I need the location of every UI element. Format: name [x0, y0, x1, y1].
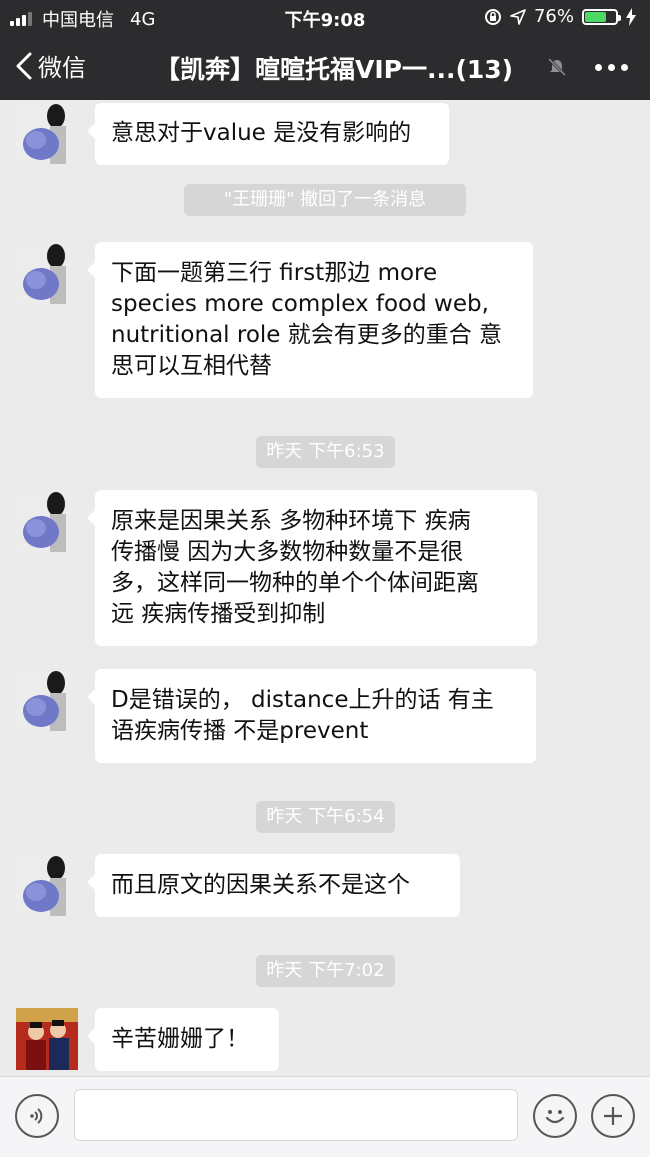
avatar-flowers-image	[16, 102, 78, 164]
message-bubble[interactable]: 辛苦姗姗了！	[87, 1008, 279, 1071]
plus-icon	[604, 1107, 622, 1125]
avatar[interactable]	[16, 102, 78, 164]
smiley-icon	[545, 1110, 565, 1124]
avatar[interactable]	[16, 242, 78, 304]
message-line: nutritional role 就会有更多的重合 意	[111, 322, 503, 348]
battery-icon	[582, 8, 621, 25]
more-options-button[interactable]	[595, 64, 628, 71]
rotation-lock-icon	[484, 8, 501, 25]
chat-title[interactable]: 【凯奔】暄暄托福VIP一...(13)	[155, 50, 513, 86]
avatar-flowers-image	[16, 854, 78, 916]
charging-bolt-icon	[626, 7, 636, 26]
mute-bell-icon	[547, 57, 567, 77]
back-label: 微信	[38, 54, 86, 82]
avatar[interactable]	[16, 490, 78, 552]
dot-icon	[595, 64, 602, 71]
message-bubble[interactable]: D是错误的， distance上升的话 有主 语疾病传播 不是prevent	[87, 669, 536, 763]
message-bubble[interactable]: 下面一题第三行 first那边 more species more comple…	[87, 242, 533, 398]
message-line: D是错误的， distance上升的话 有主	[111, 687, 494, 713]
battery-percent: 76%	[533, 6, 574, 27]
avatar-flowers-image	[16, 242, 78, 304]
avatar[interactable]	[16, 854, 78, 916]
avatar-flowers-image	[16, 669, 78, 731]
header: 中国电信 4G 下午9:08 76% 微信 【凯奔】暄暄托福VIP一...(13…	[0, 0, 650, 100]
dot-icon	[621, 64, 628, 71]
message-line: 原来是因果关系 多物种环境下 疾病	[111, 508, 471, 534]
voice-input-button[interactable]	[15, 1094, 59, 1138]
avatar-couple-image	[16, 1008, 78, 1070]
message-bubble[interactable]: 原来是因果关系 多物种环境下 疾病 传播慢 因为大多数物种数量不是很 多，这样同…	[87, 490, 537, 646]
more-functions-button[interactable]	[591, 1094, 635, 1138]
timestamp: 昨天 下午6:54	[256, 801, 395, 833]
message-line: species more complex food web,	[111, 291, 489, 317]
chat-area[interactable]: 意思对于value 是没有影响的 "王珊珊" 撤回了一条消息 下面一题第三行 f…	[0, 100, 650, 1076]
message-bubble[interactable]: 而且原文的因果关系不是这个	[87, 854, 460, 917]
message-line: 传播慢 因为大多数物种数量不是很	[111, 539, 464, 565]
message-bubble[interactable]: 意思对于value 是没有影响的	[87, 103, 449, 165]
message-line: 远 疾病传播受到抑制	[111, 601, 326, 627]
emoji-button[interactable]	[533, 1094, 577, 1138]
message-line: 语疾病传播 不是prevent	[111, 718, 369, 744]
status-bar: 中国电信 4G 下午9:08 76%	[0, 0, 650, 34]
avatar[interactable]	[16, 669, 78, 731]
dot-icon	[608, 64, 615, 71]
timestamp: 昨天 下午6:53	[256, 436, 395, 468]
message-line: 而且原文的因果关系不是这个	[111, 872, 410, 898]
message-input[interactable]	[74, 1089, 518, 1141]
voice-icon	[30, 1108, 43, 1124]
input-bar	[0, 1076, 650, 1157]
avatar-flowers-image	[16, 490, 78, 552]
message-line: 多，这样同一物种的单个个体间距离	[111, 570, 479, 596]
message-line: 思可以互相代替	[111, 353, 272, 379]
timestamp: 昨天 下午7:02	[256, 955, 395, 987]
message-line: 下面一题第三行 first那边 more	[111, 260, 438, 286]
message-line: 辛苦姗姗了！	[111, 1026, 249, 1052]
nav-bar: 微信 【凯奔】暄暄托福VIP一...(13)	[0, 40, 650, 96]
chevron-left-icon	[16, 52, 32, 79]
location-arrow-icon	[510, 8, 526, 25]
message-line: 意思对于value 是没有影响的	[111, 120, 412, 146]
system-notice: "王珊珊" 撤回了一条消息	[184, 184, 466, 216]
avatar[interactable]	[16, 1008, 78, 1070]
back-button[interactable]: 微信	[14, 48, 86, 83]
